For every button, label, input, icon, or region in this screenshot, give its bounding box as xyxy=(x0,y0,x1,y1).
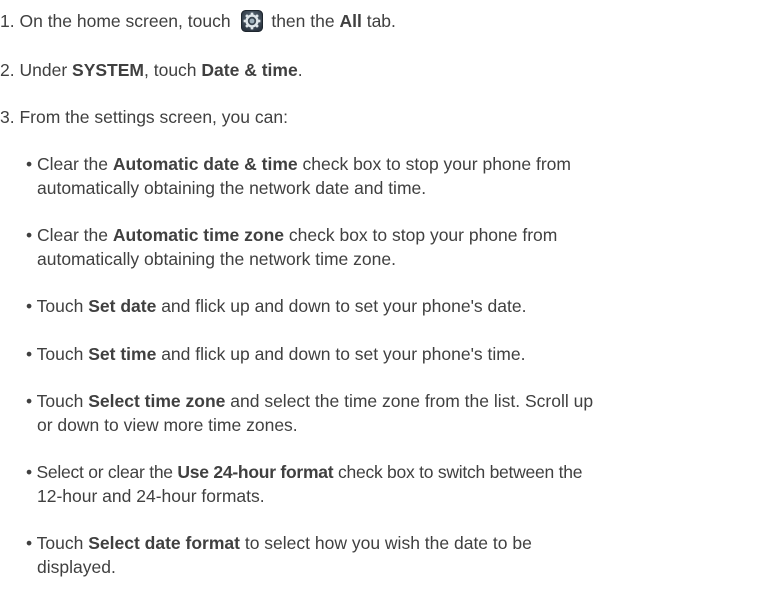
bullet-text: check box to stop your phone from xyxy=(302,154,571,174)
step-3: 3. From the settings screen, you can: xyxy=(0,106,288,128)
step-text: , touch xyxy=(144,60,197,80)
bullet-text: check box to switch between the xyxy=(337,462,583,482)
bullet-continuation: automatically obtaining the network date… xyxy=(37,178,427,198)
bullet-continuation: displayed. xyxy=(37,557,116,577)
bullet-bold-text: Use 24-hour format xyxy=(177,462,334,482)
bullet-continuation: automatically obtaining the network time… xyxy=(37,249,396,269)
step-2: 2. Under SYSTEM, touch Date & time. xyxy=(0,59,303,81)
bullet-set-time: • Touch Set time and flick up and down t… xyxy=(26,343,525,365)
bullet-text: and flick up and down to set your phone'… xyxy=(161,296,527,316)
settings-gear-icon xyxy=(241,10,264,32)
step-bold-text: Date & time xyxy=(201,60,298,80)
step-bold-text: SYSTEM xyxy=(72,60,144,80)
step-text: . xyxy=(297,60,303,80)
bullet-bold-text: Set date xyxy=(88,296,157,316)
bullet-text: • Touch xyxy=(26,391,84,411)
bullet-set-date: • Touch Set date and flick up and down t… xyxy=(26,295,526,317)
step-text: On the home screen, touch xyxy=(19,11,231,31)
bullet-text: • Clear the xyxy=(26,154,108,174)
bullet-text: • Select or clear the xyxy=(26,462,173,482)
step-text: then the xyxy=(271,11,335,31)
bullet-text: and select the time zone from the list. … xyxy=(230,391,594,411)
bullet-continuation: 12-hour and 24-hour formats. xyxy=(37,486,265,506)
bullet-text: check box to stop your phone from xyxy=(288,225,558,245)
bullet-bold-text: Select time zone xyxy=(88,391,226,411)
bullet-text: and flick up and down to set your phone'… xyxy=(161,344,526,364)
bullet-text: • Touch xyxy=(26,296,84,316)
bullet-automatic-date-time: • Clear the Automatic date & time check … xyxy=(26,153,571,175)
bullet-use-24-hour-format: • Select or clear the Use 24-hour format… xyxy=(26,461,582,483)
step-number: 2. xyxy=(0,60,15,80)
bullet-bold-text: Automatic time zone xyxy=(112,225,285,245)
step-text: tab. xyxy=(366,11,396,31)
step-text: Under xyxy=(19,60,68,80)
bullet-bold-text: Automatic date & time xyxy=(112,154,298,174)
bullet-continuation: or down to view more time zones. xyxy=(37,415,298,435)
step-number: 1. xyxy=(0,11,15,31)
bullet-automatic-time-zone: • Clear the Automatic time zone check bo… xyxy=(26,224,557,246)
step-text: From the settings screen, you can: xyxy=(19,107,288,127)
bullet-text: to select how you wish the date to be xyxy=(244,533,532,553)
bullet-text: • Touch xyxy=(26,344,84,364)
bullet-text: • Clear the xyxy=(26,225,108,245)
step-1: 1. On the home screen, touch then the Al… xyxy=(0,10,396,32)
bullet-bold-text: Select date format xyxy=(88,533,240,553)
step-bold-text: All xyxy=(339,11,362,31)
bullet-text: • Touch xyxy=(26,533,84,553)
bullet-bold-text: Set time xyxy=(88,344,157,364)
bullet-select-date-format: • Touch Select date format to select how… xyxy=(26,532,532,554)
step-number: 3. xyxy=(0,107,15,127)
bullet-select-time-zone: • Touch Select time zone and select the … xyxy=(26,390,593,412)
